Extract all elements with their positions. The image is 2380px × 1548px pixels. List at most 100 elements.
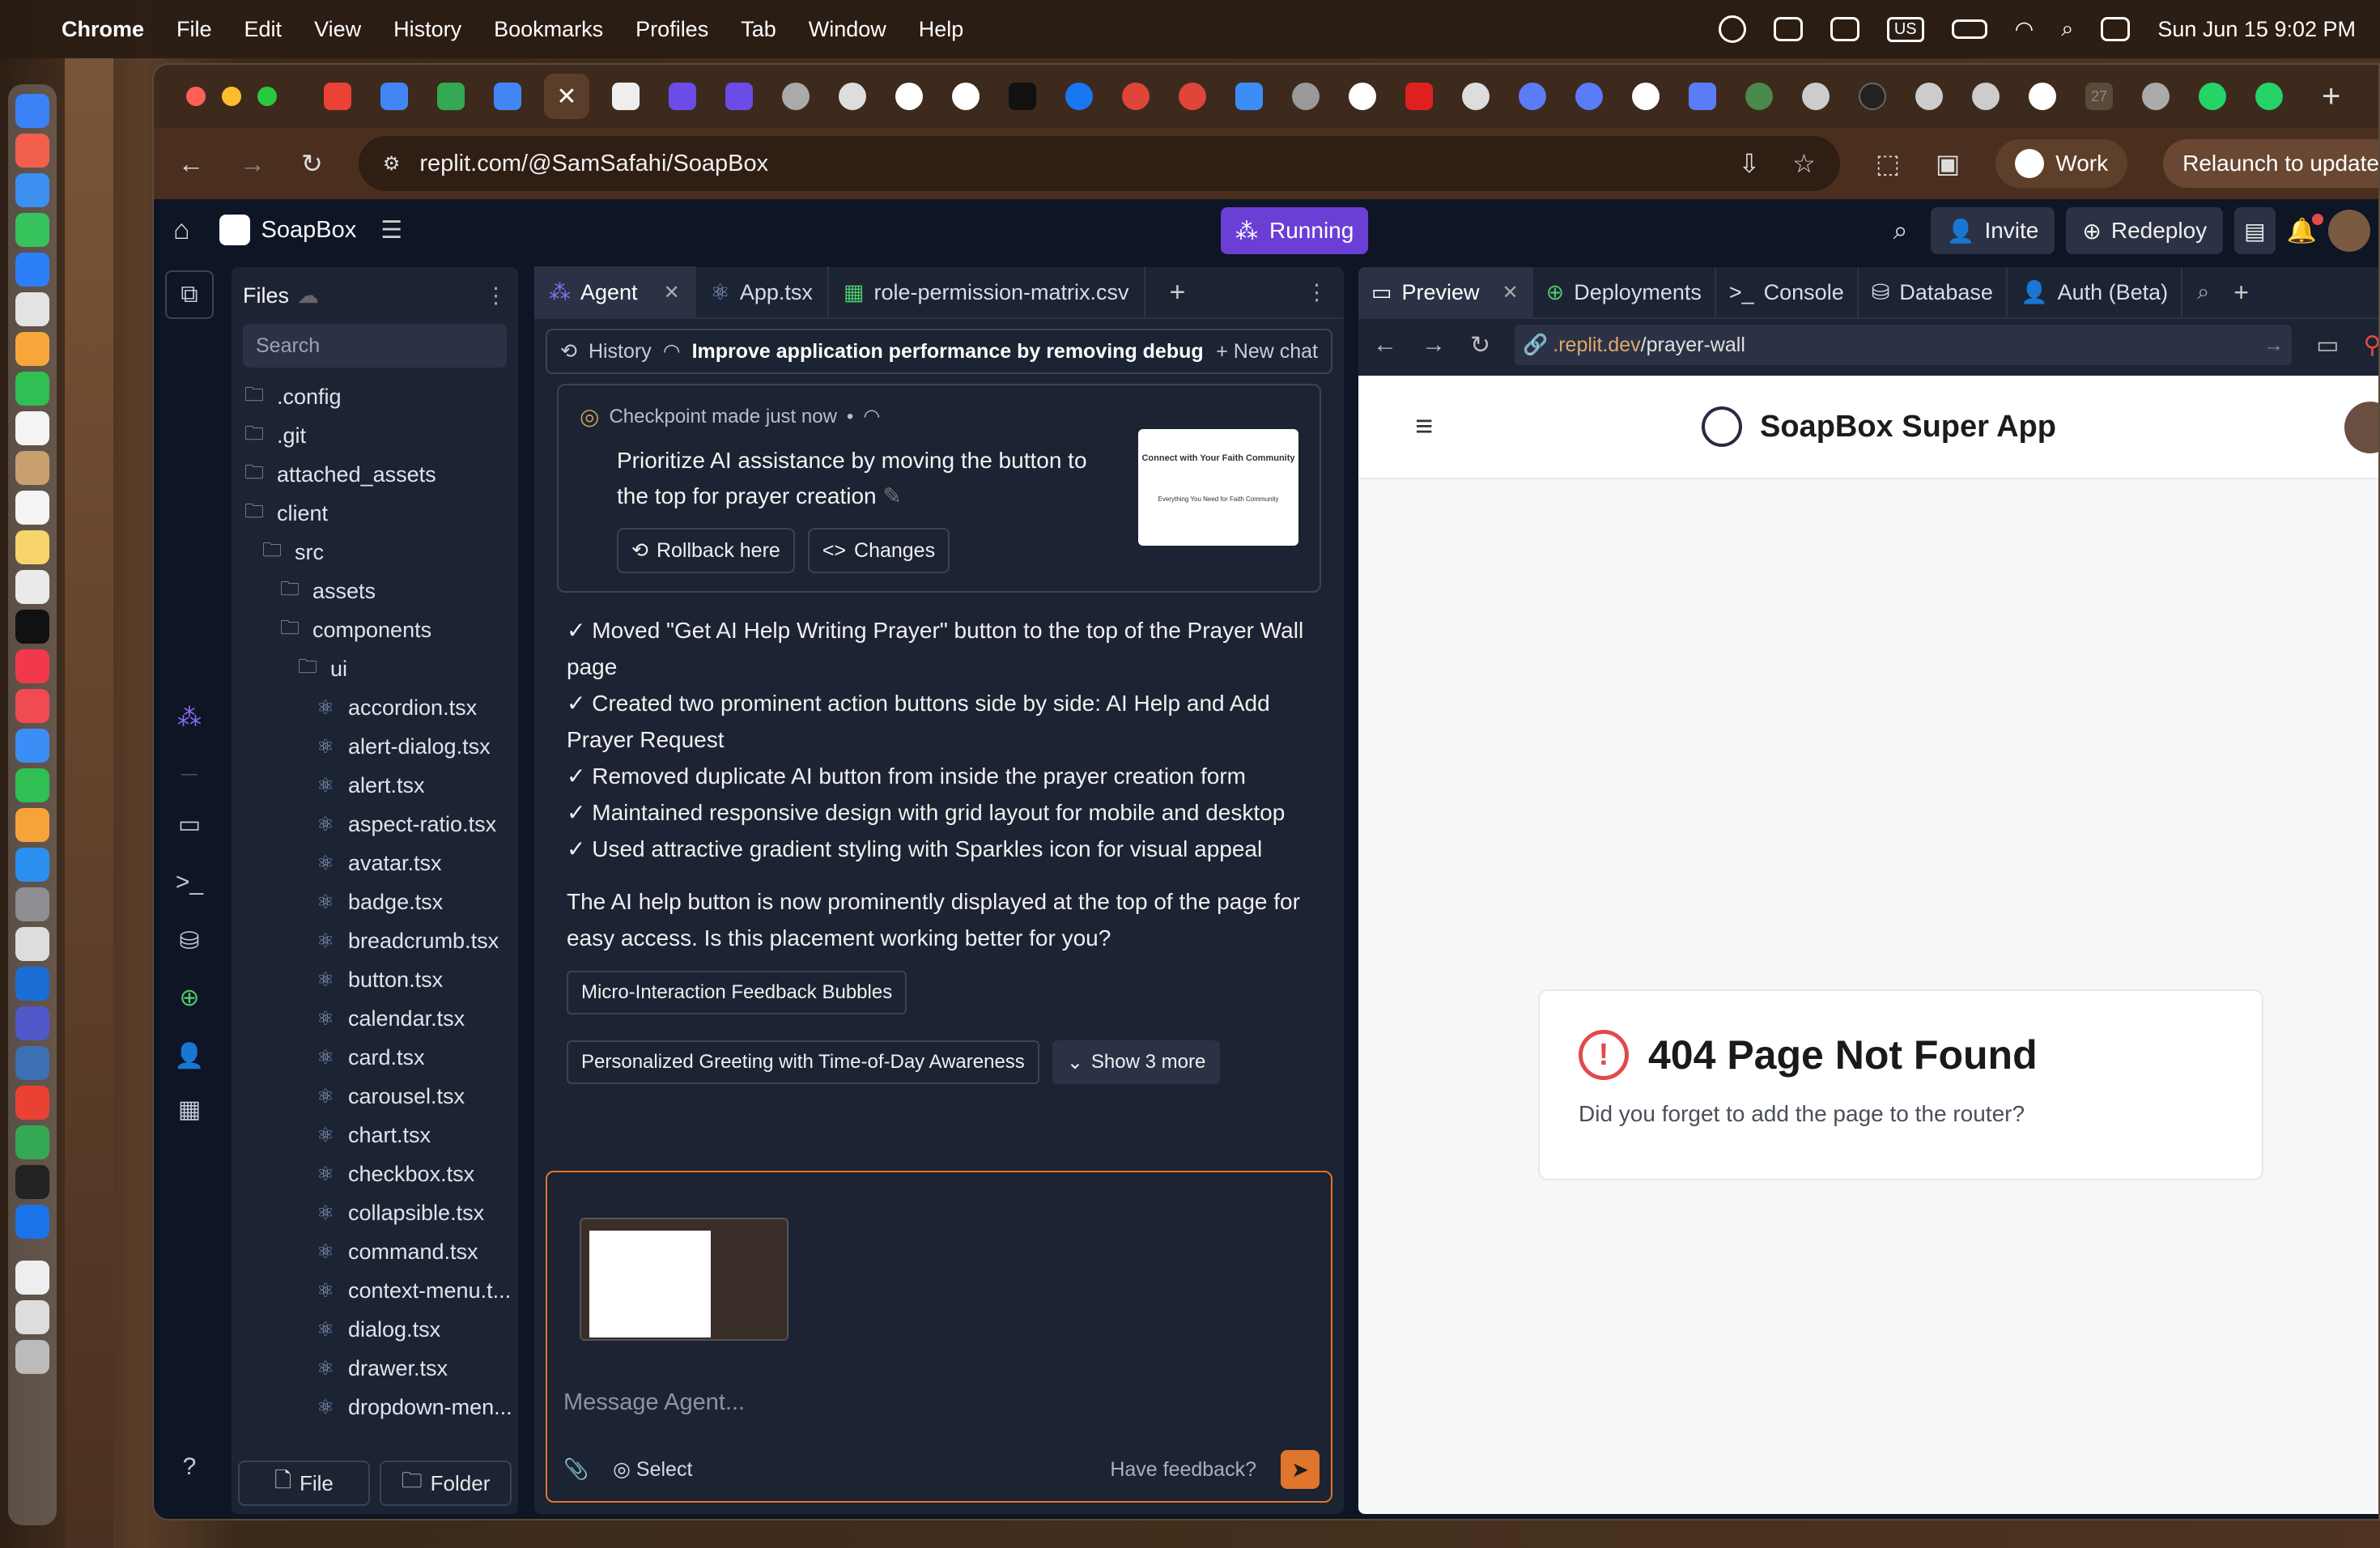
- preview-back-icon[interactable]: ←: [1373, 331, 1397, 359]
- open-external-icon[interactable]: →: [2263, 334, 2284, 357]
- file-item[interactable]: ⚛ alert-dialog.tsx: [232, 727, 518, 766]
- file-item[interactable]: ⚛ drawer.tsx: [232, 1349, 518, 1388]
- user-avatar[interactable]: [2328, 210, 2370, 252]
- file-item[interactable]: ⚛ avatar.tsx: [232, 844, 518, 882]
- freeform-icon[interactable]: [15, 570, 49, 604]
- checkpoint-screenshot-thumbnail[interactable]: Connect with Your Faith Community Everyt…: [1138, 429, 1298, 546]
- files-more-icon[interactable]: ⋮: [485, 283, 507, 308]
- calendar-icon[interactable]: [15, 411, 49, 445]
- preview-search-icon[interactable]: ⌕: [2197, 279, 2209, 305]
- search-icon[interactable]: ⌕: [1893, 215, 1908, 246]
- document-icon[interactable]: [15, 1261, 49, 1295]
- tab-red-2[interactable]: [1179, 83, 1206, 110]
- tab-preview[interactable]: ▭ Preview ✕: [1358, 267, 1533, 318]
- tab-chrome-1[interactable]: [782, 83, 810, 110]
- keyboard-layout[interactable]: US: [1886, 16, 1924, 42]
- messages-icon[interactable]: [15, 213, 49, 247]
- iphone-mirroring-icon[interactable]: [15, 927, 49, 961]
- file-item[interactable]: ⚛ context-menu.t...: [232, 1271, 518, 1310]
- folder-item[interactable]: 🗀 assets: [232, 572, 518, 610]
- menu-bookmarks[interactable]: Bookmarks: [494, 17, 603, 42]
- menu-file[interactable]: File: [176, 17, 212, 42]
- contacts-icon[interactable]: [15, 451, 49, 485]
- file-item[interactable]: ⚛ command.tsx: [232, 1232, 518, 1271]
- select-button[interactable]: ◎ Select: [613, 1457, 692, 1482]
- preview-app-icon[interactable]: [15, 1046, 49, 1080]
- message-input[interactable]: Message Agent...: [563, 1389, 745, 1416]
- tab-blue-2[interactable]: [1575, 83, 1603, 110]
- chat-title[interactable]: Improve application performance by remov…: [692, 340, 1205, 364]
- run-status-button[interactable]: ⁂ Running: [1221, 207, 1369, 254]
- tab-s-app-2[interactable]: [725, 83, 753, 110]
- all-tools-icon[interactable]: ▦: [165, 1085, 214, 1133]
- spotlight-search-icon[interactable]: ⌕: [2061, 16, 2073, 42]
- tab-grey-app[interactable]: [1292, 83, 1320, 110]
- tv-icon[interactable]: [15, 610, 49, 644]
- attached-screenshot[interactable]: [580, 1218, 788, 1341]
- file-item[interactable]: ⚛ chart.tsx: [232, 1116, 518, 1155]
- trash-icon[interactable]: [15, 1340, 49, 1374]
- new-chat-button[interactable]: + New chat: [1216, 340, 1318, 364]
- folder-item[interactable]: 🗀 client: [232, 494, 518, 533]
- add-tab-icon[interactable]: +: [1170, 277, 1186, 308]
- preview-tool-icon[interactable]: ▭: [165, 800, 214, 848]
- tab-app-tsx[interactable]: ⚛ App.tsx: [696, 266, 829, 318]
- folder-item[interactable]: 🗀 .config: [232, 377, 518, 416]
- files-search-input[interactable]: Search: [243, 324, 507, 368]
- tab-gmail[interactable]: [324, 83, 351, 110]
- tab-whatsapp-1[interactable]: [2199, 83, 2226, 110]
- tab-settings[interactable]: [1972, 83, 2000, 110]
- control-center-icon[interactable]: [2101, 17, 2131, 41]
- app-store-icon[interactable]: [15, 848, 49, 882]
- tab-google-3[interactable]: [1349, 83, 1376, 110]
- new-tab-button[interactable]: +: [2322, 79, 2340, 115]
- teams-icon[interactable]: [15, 1006, 49, 1040]
- menu-app-name[interactable]: Chrome: [62, 17, 144, 42]
- bookmark-star-icon[interactable]: ☆: [1792, 148, 1816, 179]
- back-icon[interactable]: ←: [178, 149, 204, 179]
- folder-item[interactable]: 🗀 components: [232, 610, 518, 649]
- mail-icon[interactable]: [15, 253, 49, 287]
- menu-window[interactable]: Window: [809, 17, 886, 42]
- file-item[interactable]: ⚛ dialog.tsx: [232, 1310, 518, 1349]
- folder-item[interactable]: 🗀 src: [232, 533, 518, 572]
- tab-sheets[interactable]: [437, 83, 465, 110]
- forward-icon[interactable]: →: [240, 149, 266, 179]
- tab-database[interactable]: ⛁ Database: [1859, 267, 2008, 318]
- tab-google-2[interactable]: [952, 83, 980, 110]
- music-icon[interactable]: [15, 649, 49, 683]
- folder-item[interactable]: 🗀 attached_assets: [232, 455, 518, 494]
- tab-console[interactable]: >_ Console: [1716, 267, 1859, 318]
- install-app-icon[interactable]: ⇩: [1738, 148, 1760, 179]
- tab-facebook[interactable]: [1065, 83, 1093, 110]
- project-menu-icon[interactable]: ☰: [380, 216, 402, 245]
- tab-whatsapp-2[interactable]: [2255, 83, 2283, 110]
- tab-green-app[interactable]: [1745, 83, 1773, 110]
- tab-perplexity[interactable]: [1802, 83, 1830, 110]
- send-button[interactable]: ➤: [1281, 1450, 1320, 1489]
- relaunch-button[interactable]: Relaunch to update: [2163, 139, 2378, 188]
- zoom-window-button[interactable]: [257, 87, 277, 106]
- auth-tool-icon[interactable]: 👤: [165, 1031, 214, 1080]
- tab-openai-2[interactable]: [1462, 83, 1490, 110]
- file-item[interactable]: ⚛ breadcrumb.tsx: [232, 921, 518, 960]
- close-window-button[interactable]: [186, 87, 206, 106]
- tab-g-app[interactable]: [1689, 83, 1716, 110]
- safari-icon[interactable]: [15, 173, 49, 207]
- file-item[interactable]: ⚛ checkbox.tsx: [232, 1155, 518, 1193]
- changes-button[interactable]: <> Changes: [807, 528, 950, 573]
- downloads-icon[interactable]: [15, 1300, 49, 1334]
- menu-tab[interactable]: Tab: [741, 17, 776, 42]
- system-settings-icon[interactable]: [15, 887, 49, 921]
- close-tab-icon[interactable]: ✕: [556, 83, 576, 111]
- hamburger-menu-icon[interactable]: ≡: [1415, 410, 1433, 444]
- folder-item[interactable]: 🗀 .git: [232, 416, 518, 455]
- notifications-icon[interactable]: 🔔: [2287, 213, 2323, 245]
- tab-agent[interactable]: ⁂ Agent ✕: [534, 266, 696, 318]
- outlook-icon[interactable]: [15, 967, 49, 1001]
- tab-openai-1[interactable]: [839, 83, 866, 110]
- tab-google-4[interactable]: [2029, 83, 2056, 110]
- tab-x[interactable]: [1009, 83, 1036, 110]
- address-url[interactable]: replit.com/@SamSafahi/SoapBox: [419, 151, 768, 177]
- database-tool-icon[interactable]: ⛁: [165, 916, 214, 965]
